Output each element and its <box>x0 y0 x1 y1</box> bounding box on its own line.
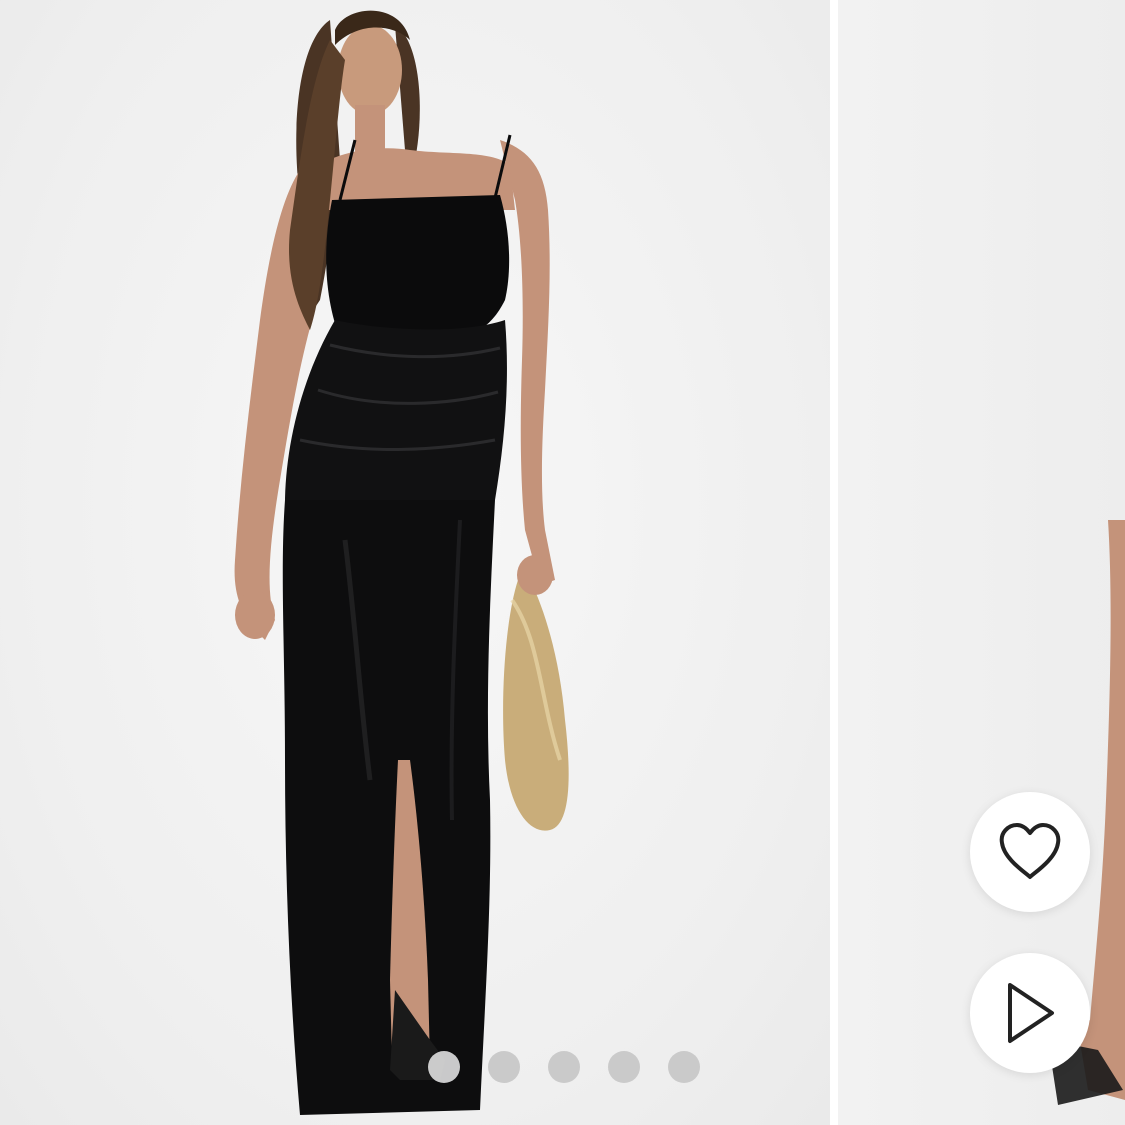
pager-dot-4[interactable] <box>608 1051 640 1083</box>
product-image-next[interactable] <box>838 0 1125 1125</box>
product-image-main[interactable] <box>0 0 830 1125</box>
pager-dot-1[interactable] <box>428 1051 460 1083</box>
play-icon <box>1008 983 1054 1043</box>
model-photo <box>234 10 569 1115</box>
gallery-pager <box>428 1051 700 1083</box>
pager-dot-5[interactable] <box>668 1051 700 1083</box>
favorite-button[interactable] <box>970 792 1090 912</box>
play-video-button[interactable] <box>970 953 1090 1073</box>
model-photo-partial <box>1048 520 1125 1105</box>
heart-icon <box>999 823 1061 879</box>
product-gallery[interactable] <box>0 0 1125 1125</box>
pager-dot-3[interactable] <box>548 1051 580 1083</box>
slide-gutter <box>830 0 838 1125</box>
pager-dot-2[interactable] <box>488 1051 520 1083</box>
